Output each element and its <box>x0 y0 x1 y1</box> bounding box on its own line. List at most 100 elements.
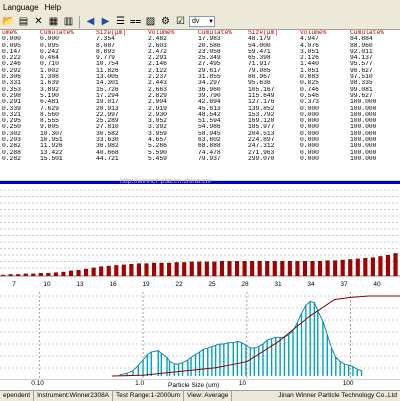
chart-bar <box>144 263 149 276</box>
chart-bar <box>295 261 300 276</box>
chart-bar <box>129 264 134 276</box>
tick-label: 34 <box>307 281 315 288</box>
save-icon[interactable]: ▤ <box>17 16 30 28</box>
tick-label: 25 <box>208 281 216 288</box>
chart-bar <box>363 258 368 276</box>
table-cell: 100.000 <box>350 155 377 162</box>
chart-bar <box>280 261 285 276</box>
chart-bar <box>53 272 58 276</box>
tick-label: 7 <box>12 281 16 288</box>
chart-bar <box>38 273 43 276</box>
grid-icon[interactable]: ▦ <box>47 16 60 28</box>
list-icon[interactable]: ☰ <box>114 16 127 28</box>
chart-bar <box>68 270 74 276</box>
chart-bar <box>348 259 353 276</box>
chart-bar <box>302 261 308 276</box>
chart-bar <box>317 261 323 276</box>
chart-bar <box>385 255 391 276</box>
tick-label: 31 <box>274 281 282 288</box>
chevron-down-icon: ▼ <box>208 18 214 25</box>
chart-bar <box>393 253 398 276</box>
chart-bar <box>242 261 247 276</box>
menu-language[interactable]: Language <box>0 3 42 12</box>
tick-label: 28 <box>241 281 249 288</box>
distribution-line <box>119 300 362 376</box>
chart-bar <box>174 262 179 276</box>
chart-bar <box>355 258 360 276</box>
chart-bar <box>234 261 240 276</box>
chart-bar <box>46 273 51 276</box>
chart-bar <box>378 256 383 276</box>
chart-bar <box>182 262 187 276</box>
back-arrow-icon[interactable]: ◀ <box>84 16 97 28</box>
chart-bar <box>333 260 338 276</box>
unit-select[interactable]: dv ▼ <box>189 16 215 27</box>
chart-bar <box>8 274 13 276</box>
table-cell: 0.000 <box>300 155 319 162</box>
tick-label: 10 <box>43 281 51 288</box>
chart-bar <box>257 261 262 276</box>
table-cell: 0.282 <box>2 155 21 162</box>
tick-label: 13 <box>76 281 84 288</box>
tick-label: 16 <box>109 281 117 288</box>
chart-icon[interactable]: ▨ <box>144 16 157 28</box>
settings-icon[interactable]: ⚙ <box>159 16 172 28</box>
menu-help[interactable]: Help <box>42 3 64 12</box>
print-icon[interactable]: ▥ <box>62 16 75 28</box>
distribution-chart-svg <box>0 292 400 379</box>
table-row: 0.282 15.501 44.721 5.459 79.937 299.070 0.000… <box>0 156 400 162</box>
x-tick-label: 10 <box>238 380 247 387</box>
chart-bar <box>84 268 89 276</box>
chart-bar <box>370 257 375 276</box>
chart-bar <box>106 265 111 276</box>
chart-bar <box>159 262 164 276</box>
chart-bar <box>250 261 255 276</box>
toolbar: 📂 ▤ ✕ ▦ ▥ ◀ ▶ ☰ ⩵ ▨ ⚙ ☑ dv ▼ <box>0 14 400 30</box>
chart-bar <box>16 274 21 276</box>
chart-bar <box>265 261 270 276</box>
chart-bar <box>167 262 172 276</box>
upper-chart-svg: 7 10 13 16 19 22 25 28 31 34 37 40 <box>0 189 400 288</box>
table-cell: 79.937 <box>198 155 221 162</box>
chart-bar <box>136 263 141 276</box>
distribution-chart <box>0 292 400 379</box>
unit-select-value: dv <box>192 17 200 25</box>
tick-label: 37 <box>340 281 348 288</box>
menu-bar: Language Help <box>0 0 400 14</box>
tick-label: 22 <box>175 281 183 288</box>
chart-bar <box>61 271 66 276</box>
result-table: ume% Cumulate% Size(μm) Volume% Cumulate… <box>0 30 400 180</box>
chart-bar <box>99 266 104 276</box>
status-bar: ependent Instrument:Winner2308A Test Ran… <box>0 390 400 401</box>
x-tick-label: 100 <box>342 380 354 387</box>
chart-bar <box>197 261 202 276</box>
x-tick-label: 0.10 <box>31 380 44 387</box>
chart-bar <box>121 264 126 276</box>
chart-bar <box>227 261 232 276</box>
upper-chart: 7 10 13 16 19 22 25 28 31 34 37 40 <box>0 184 400 292</box>
chart-bar <box>114 265 119 276</box>
forward-arrow-icon[interactable]: ▶ <box>99 16 112 28</box>
chart-bar <box>31 273 36 276</box>
chart-bar <box>287 261 292 276</box>
checkbox-icon[interactable]: ☑ <box>174 16 187 28</box>
chart-bar <box>340 259 345 276</box>
chart-bar <box>219 261 225 276</box>
chart-bar <box>272 261 277 276</box>
tick-label: 40 <box>373 281 381 288</box>
chart-bar <box>23 273 28 276</box>
chart-bar <box>151 262 157 276</box>
x-tick-label: 1.0 <box>135 380 145 387</box>
open-icon[interactable]: 📂 <box>2 16 15 28</box>
chart-bar <box>76 270 81 276</box>
equals-icon[interactable]: ⩵ <box>129 16 142 28</box>
toolbar-divider <box>79 15 80 28</box>
chart-bar <box>91 267 96 276</box>
delete-icon[interactable]: ✕ <box>32 16 45 28</box>
tick-label: 19 <box>142 281 150 288</box>
table-cell: 299.070 <box>248 155 275 162</box>
table-cell: 5.459 <box>148 155 167 162</box>
chart-bar <box>310 261 315 276</box>
table-cell: 15.501 <box>40 155 63 162</box>
chart-bar <box>212 261 217 276</box>
